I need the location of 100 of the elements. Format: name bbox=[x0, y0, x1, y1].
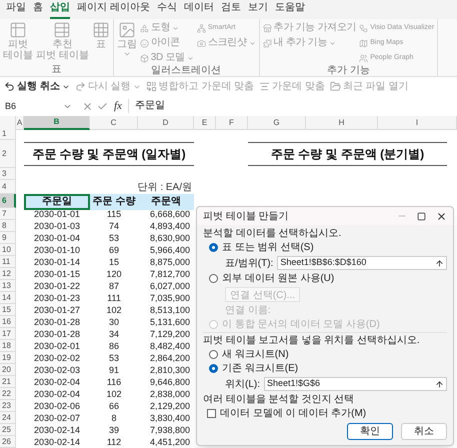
maximize-icon[interactable] bbox=[417, 212, 426, 221]
range-field[interactable]: Sheet1!$B$6:$D$160 bbox=[277, 256, 447, 270]
table-cell-text: 2030-01-28 bbox=[32, 316, 82, 328]
formula-field[interactable]: 주문일 bbox=[128, 99, 454, 114]
row-number[interactable]: 9 bbox=[0, 232, 16, 244]
row-number[interactable]: 22 bbox=[0, 388, 16, 400]
row-number[interactable]: 10 bbox=[0, 244, 16, 256]
function-button[interactable]: fx bbox=[112, 98, 124, 114]
collapse-icon[interactable] bbox=[435, 380, 444, 389]
row-number[interactable]: 4 bbox=[0, 180, 16, 194]
location-field[interactable]: Sheet1!$G$6 bbox=[264, 377, 447, 392]
radio-button[interactable] bbox=[209, 364, 218, 374]
camera-icon bbox=[196, 38, 206, 48]
table-cell-text: 7,035,900 bbox=[148, 292, 191, 304]
table-cell-text: 116 bbox=[106, 376, 122, 388]
row-number[interactable]: 6 bbox=[0, 194, 16, 208]
table-cell-text: 2030-02-02 bbox=[32, 352, 82, 364]
table-cell-text: 112 bbox=[106, 436, 122, 448]
dialog-button[interactable]: 취소 bbox=[401, 423, 447, 440]
header-cell[interactable]: 주문 수량 bbox=[90, 194, 138, 210]
cancel-icon[interactable] bbox=[82, 100, 93, 112]
dialog-title: 피벗 테이블 만들기 bbox=[203, 210, 290, 224]
table-cell-text: 2030-02-04 bbox=[32, 388, 82, 400]
radio-label: 새 워크시트(N) bbox=[222, 348, 289, 362]
menu-tab[interactable]: 도움말 bbox=[274, 0, 305, 20]
row-number[interactable]: 20 bbox=[0, 364, 16, 376]
sheet-title: 주문 수량 및 주문액 (일자별) bbox=[24, 142, 194, 166]
table-cell-text: 2030-02-01 bbox=[32, 340, 82, 352]
collapse-icon[interactable] bbox=[435, 258, 444, 268]
table-cell-text: 6,027,000 bbox=[148, 280, 191, 292]
map-icon bbox=[359, 38, 368, 48]
row-number[interactable]: 1 bbox=[0, 128, 16, 140]
section-heading: 여러 테이블을 분석할 것인지 선택 bbox=[203, 393, 356, 406]
dialog-button[interactable]: 확인 bbox=[347, 423, 393, 440]
row-number[interactable]: 7 bbox=[0, 208, 16, 220]
caret-icon bbox=[172, 24, 180, 32]
row-number[interactable]: 19 bbox=[0, 352, 16, 364]
menu-tab[interactable]: 파일 bbox=[6, 0, 26, 20]
menu-tab[interactable]: 홈 bbox=[33, 0, 43, 20]
row-number[interactable]: 17 bbox=[0, 328, 16, 340]
radio-button[interactable] bbox=[209, 274, 218, 284]
menu-tab[interactable]: 수식 bbox=[156, 0, 177, 20]
row-number[interactable]: 11 bbox=[0, 256, 16, 268]
people-icon bbox=[359, 54, 368, 63]
row-number[interactable]: 16 bbox=[0, 316, 16, 328]
radio-button[interactable] bbox=[209, 350, 218, 360]
row-number[interactable]: 13 bbox=[0, 280, 16, 292]
column-header[interactable]: G bbox=[248, 116, 306, 130]
row-number[interactable]: 25 bbox=[0, 424, 16, 436]
column-header[interactable]: I bbox=[378, 116, 457, 130]
check-icon[interactable] bbox=[97, 100, 108, 112]
menu-tab[interactable]: 보기 bbox=[248, 0, 268, 20]
row-number[interactable]: 3 bbox=[0, 168, 16, 180]
table-cell-text: 7,812,700 bbox=[148, 268, 191, 280]
column-header[interactable]: E bbox=[194, 116, 216, 130]
row-number[interactable]: 12 bbox=[0, 268, 16, 280]
menu-tab[interactable]: 페이지 레이아웃 bbox=[77, 0, 150, 20]
row-number[interactable]: 2 bbox=[0, 140, 16, 168]
row-number[interactable]: 18 bbox=[0, 340, 16, 352]
menu-tab[interactable]: 검토 bbox=[220, 0, 241, 20]
row-number[interactable]: 24 bbox=[0, 412, 16, 424]
table-cell-text: 74 bbox=[108, 220, 120, 232]
shapes-icon bbox=[140, 24, 149, 33]
grid-icon bbox=[92, 21, 110, 40]
radio-button[interactable] bbox=[209, 243, 218, 252]
row-number[interactable]: 15 bbox=[0, 304, 16, 316]
menu-tab[interactable]: 데이터 bbox=[184, 0, 214, 20]
table-cell-text: 2030-01-10 bbox=[32, 244, 82, 256]
table-cell-text: 6,668,600 bbox=[148, 208, 191, 220]
merge-icon bbox=[146, 81, 157, 92]
table-cell-text: 2,810,300 bbox=[148, 364, 191, 376]
column-header[interactable]: D bbox=[138, 116, 194, 130]
table-cell-text: 30 bbox=[108, 316, 120, 328]
cube-icon bbox=[140, 54, 149, 63]
header-cell[interactable]: 주문액 bbox=[138, 194, 194, 210]
table-cell-text: 2030-01-14 bbox=[32, 256, 82, 268]
row-number[interactable]: 23 bbox=[0, 400, 16, 412]
table-cell-text: 2030-02-14 bbox=[32, 436, 82, 448]
column-header[interactable]: C bbox=[90, 116, 138, 130]
column-header[interactable]: A bbox=[16, 116, 24, 130]
section-heading: 피벗 테이블 보고서를 넣을 위치를 선택하십시오. bbox=[203, 332, 447, 348]
toolbar-button[interactable]: 실행 취소 bbox=[4, 79, 70, 94]
table-cell-text: 2030-02-06 bbox=[32, 400, 82, 412]
column-header[interactable]: F bbox=[216, 116, 248, 130]
close-icon[interactable] bbox=[436, 210, 447, 222]
checkbox[interactable] bbox=[207, 409, 216, 418]
table-cell-text: 9,646,800 bbox=[148, 376, 191, 388]
row-number[interactable]: 8 bbox=[0, 220, 16, 232]
row-number[interactable]: 21 bbox=[0, 376, 16, 388]
table-cell-text: 8,875,000 bbox=[148, 256, 191, 268]
group-label: 표 bbox=[50, 64, 62, 76]
table-cell-text: 2030-01-15 bbox=[32, 268, 82, 280]
table-cell-text: 2,129,200 bbox=[148, 400, 191, 412]
table-cell-text: 91 bbox=[108, 364, 120, 376]
radio-label: 기존 워크시트(E) bbox=[222, 362, 298, 376]
column-header[interactable]: B bbox=[24, 116, 90, 130]
row-number[interactable]: 26 bbox=[0, 436, 16, 448]
header-cell[interactable]: 주문일 bbox=[24, 194, 90, 210]
column-header[interactable]: H bbox=[306, 116, 378, 130]
row-number[interactable]: 14 bbox=[0, 292, 16, 304]
